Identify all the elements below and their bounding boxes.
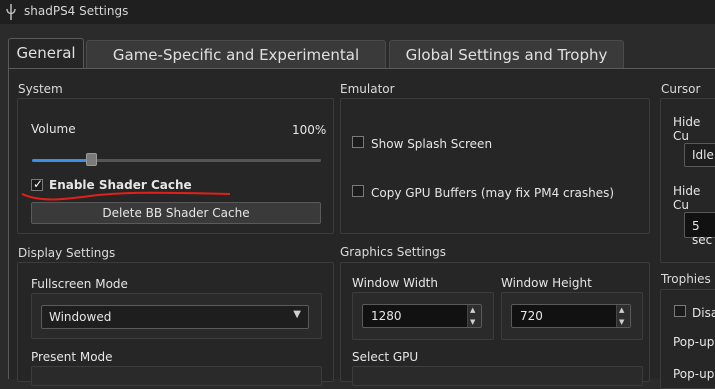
emulator-group-title: Emulator <box>340 82 395 96</box>
disable-trophy-popup-checkbox[interactable] <box>674 305 686 317</box>
copy-gpu-buffers-checkbox[interactable] <box>352 185 364 197</box>
trophies-group-title: Trophies <box>661 272 711 286</box>
title-bar: shadPS4 Settings <box>0 0 715 24</box>
show-splash-screen-label: Show Splash Screen <box>371 137 493 151</box>
tab-label: General <box>16 44 76 62</box>
volume-slider-handle[interactable] <box>86 153 97 166</box>
window-title: shadPS4 Settings <box>24 4 129 18</box>
arrow-up-icon[interactable]: ▲ <box>619 306 624 314</box>
hide-cursor-timeout-label: Hide Cu <box>673 184 701 212</box>
tab-general[interactable]: General <box>8 38 84 68</box>
arrow-down-icon[interactable]: ▼ <box>470 318 475 326</box>
volume-slider-fill <box>32 159 92 162</box>
fullscreen-mode-label: Fullscreen Mode <box>31 277 128 291</box>
arrow-down-icon[interactable]: ▼ <box>619 318 624 326</box>
volume-label: Volume <box>31 122 76 136</box>
hide-cursor-timeout-spinbox[interactable]: 5 sec <box>684 212 715 247</box>
fullscreen-mode-value: Windowed <box>49 310 112 324</box>
hide-cursor-value: Idle <box>692 148 714 162</box>
window-width-value: 1280 <box>371 309 402 323</box>
select-gpu-frame <box>352 366 643 386</box>
emulator-group <box>340 98 650 234</box>
disable-trophy-popup-label: Disa <box>692 306 715 320</box>
select-gpu-label: Select GPU <box>352 350 419 364</box>
window-width-spinbox[interactable]: 1280 ▲ ▼ <box>362 304 482 328</box>
window-height-stepper[interactable]: ▲ ▼ <box>616 305 630 327</box>
graphics-settings-title: Graphics Settings <box>340 245 447 259</box>
tab-global-settings-trophy-key[interactable]: Global Settings and Trophy Key <box>389 40 624 92</box>
app-logo-icon <box>6 4 16 20</box>
chevron-down-icon: ▼ <box>293 309 301 320</box>
popup-setting-label: Pop-up <box>673 335 715 349</box>
fullscreen-mode-combo[interactable]: Windowed ▼ <box>41 305 309 329</box>
window-height-value: 720 <box>520 309 543 323</box>
hide-cursor-label: Hide Cu <box>673 115 701 143</box>
hide-cursor-combo[interactable]: Idle <box>684 143 715 167</box>
window-height-label: Window Height <box>501 276 592 290</box>
present-mode-label: Present Mode <box>31 350 113 364</box>
delete-bb-shader-cache-label: Delete BB Shader Cache <box>102 206 250 220</box>
tab-game-specific-experimental[interactable]: Game-Specific and Experimental Settings <box>86 40 386 92</box>
volume-value: 100% <box>292 123 327 137</box>
display-settings-title: Display Settings <box>18 246 116 260</box>
window-width-label: Window Width <box>352 276 438 290</box>
hide-cursor-timeout-value: 5 sec <box>692 219 713 247</box>
cursor-group-title: Cursor <box>661 82 701 96</box>
arrow-up-icon[interactable]: ▲ <box>470 306 475 314</box>
system-group-title: System <box>18 82 63 96</box>
show-splash-screen-checkbox[interactable] <box>352 136 364 148</box>
delete-bb-shader-cache-button[interactable]: Delete BB Shader Cache <box>31 202 321 224</box>
window-width-stepper[interactable]: ▲ ▼ <box>467 305 481 327</box>
copy-gpu-buffers-label: Copy GPU Buffers (may fix PM4 crashes) <box>371 186 615 200</box>
window-height-spinbox[interactable]: 720 ▲ ▼ <box>511 304 631 328</box>
present-mode-frame <box>31 366 322 386</box>
